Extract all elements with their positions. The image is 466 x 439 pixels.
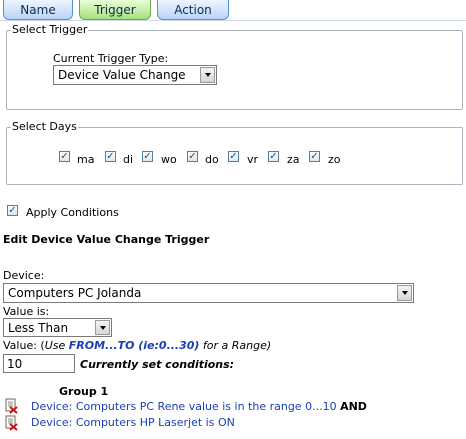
- current-conditions-label: Currently set conditions:: [80, 358, 235, 371]
- day-label-ma: ma: [77, 153, 95, 166]
- trigger-type-label: Current Trigger Type:: [53, 52, 169, 65]
- day-checkbox-ma[interactable]: ✓: [59, 151, 70, 162]
- day-label-vr: vr: [247, 153, 259, 166]
- day-checkbox-zo[interactable]: ✓: [309, 151, 320, 162]
- value-is-select[interactable]: Less Than: [3, 318, 112, 337]
- device-select[interactable]: Computers PC Jolanda: [3, 283, 414, 303]
- day-checkbox-di[interactable]: ✓: [105, 151, 116, 162]
- apply-conditions-label: Apply Conditions: [26, 206, 119, 219]
- tab-trigger[interactable]: Trigger: [79, 0, 151, 20]
- device-label: Device:: [3, 269, 45, 282]
- condition-joiner: AND: [340, 400, 367, 413]
- value-hint-use: Use: [44, 339, 69, 352]
- value-input[interactable]: 10: [3, 354, 75, 373]
- condition-row: Device: Computers HP Laserjet is ON: [31, 416, 235, 429]
- select-trigger-legend: Select Trigger: [11, 23, 89, 36]
- day-checkbox-za[interactable]: ✓: [268, 151, 279, 162]
- chevron-down-icon[interactable]: [397, 285, 412, 301]
- condition-row: Device: Computers PC Rene value is in th…: [31, 400, 367, 413]
- chevron-down-icon[interactable]: [95, 320, 110, 335]
- value-is-value: Less Than: [8, 320, 69, 335]
- day-label-za: za: [287, 153, 300, 166]
- chevron-down-icon[interactable]: [200, 67, 215, 83]
- value-hint-suffix: for a Range): [199, 339, 272, 352]
- day-label-zo: zo: [328, 153, 341, 166]
- delete-condition-icon[interactable]: [4, 398, 18, 414]
- trigger-type-value: Device Value Change: [58, 68, 186, 82]
- tab-bar: Name Trigger Action: [0, 0, 466, 22]
- condition-link[interactable]: Device: Computers HP Laserjet is ON: [31, 416, 235, 429]
- tab-action[interactable]: Action: [157, 0, 229, 20]
- value-input-text: 10: [7, 356, 23, 371]
- apply-conditions-checkbox[interactable]: ✓: [7, 205, 18, 216]
- tab-divider: [0, 20, 466, 21]
- value-is-label: Value is:: [3, 305, 50, 318]
- tab-name[interactable]: Name: [3, 0, 73, 20]
- device-value: Computers PC Jolanda: [8, 286, 142, 300]
- day-checkbox-wo[interactable]: ✓: [142, 151, 153, 162]
- value-hint: Value: (Use FROM...TO (ie:0...30) for a …: [3, 339, 271, 352]
- condition-link[interactable]: Device: Computers PC Rene value is in th…: [31, 400, 337, 413]
- delete-condition-icon[interactable]: [4, 415, 18, 431]
- day-checkbox-vr[interactable]: ✓: [228, 151, 239, 162]
- day-label-do: do: [205, 153, 219, 166]
- edit-trigger-heading: Edit Device Value Change Trigger: [3, 233, 210, 246]
- day-checkbox-do[interactable]: ✓: [187, 151, 198, 162]
- trigger-type-select[interactable]: Device Value Change: [53, 65, 217, 85]
- select-days-legend: Select Days: [11, 120, 78, 133]
- day-label-wo: wo: [161, 153, 177, 166]
- group-title: Group 1: [59, 385, 109, 398]
- value-hint-range: FROM...TO (ie:0...30): [68, 339, 200, 352]
- value-hint-prefix: Value: (: [3, 339, 45, 352]
- day-label-di: di: [123, 153, 134, 166]
